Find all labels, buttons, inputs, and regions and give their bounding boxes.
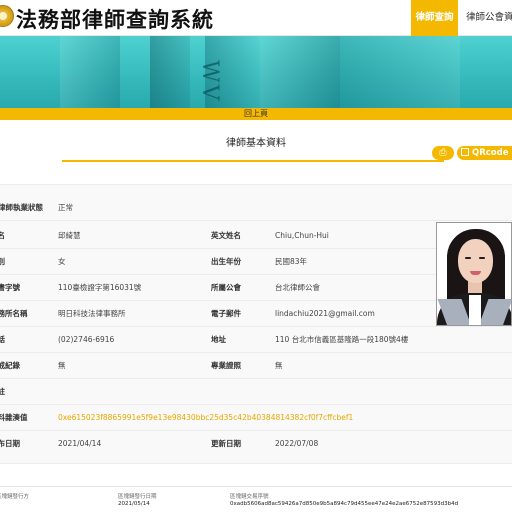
top-header: 法務部律師查詢系統 律師查詢 律師公會資訊	[0, 0, 512, 36]
update-date-value: 2022/07/08	[275, 439, 319, 448]
firm-name-label: 事務所名稱	[0, 309, 28, 318]
name-label: 姓名	[0, 231, 5, 240]
address-label: 地址	[211, 335, 226, 344]
certification-value: 無	[275, 361, 283, 370]
birth-year-value: 民國83年	[275, 257, 308, 266]
blockchain-footer: 區塊鏈發行方 區塊鏈發行日期 2021/05/14 區塊鏈交易序號 0xadb5…	[0, 486, 512, 512]
firm-name-value: 明日科技法律事務所	[58, 309, 126, 318]
qrcode-button[interactable]: QRcode	[457, 146, 512, 160]
back-link[interactable]: 回上頁	[0, 108, 512, 120]
table-row: 資料雜湊值 0xe615023f8865991e5f9e13e98430bbc2…	[0, 405, 512, 431]
address-value: 110 台北市信義區基隆路一段180號4樓	[275, 335, 409, 344]
nav-bar-association-info[interactable]: 律師公會資訊	[466, 0, 512, 36]
certificate-value: 110臺檢證字第16031號	[58, 283, 142, 292]
phone-label: 電話	[0, 335, 5, 344]
table-row: 發布日期 2021/04/14 更新日期 2022/07/08	[0, 431, 512, 457]
remarks-label: 備註	[0, 387, 5, 396]
photo-shirt	[469, 295, 481, 325]
hash-label: 資料雜湊值	[0, 413, 28, 422]
email-label: 電子郵件	[211, 309, 241, 318]
table-row: 電話 (02)2746-6916 地址 110 台北市信義區基隆路一段180號4…	[0, 327, 512, 353]
transaction-id-value[interactable]: 0xadb5606ad8ac59426a7d850e9b5a894c79d455…	[230, 501, 458, 507]
english-name-value: Chiu,Chun-Hui	[275, 231, 329, 240]
certification-label: 專業證照	[211, 361, 241, 370]
transaction-id-label: 區塊鏈交易序號	[230, 494, 269, 500]
hash-value[interactable]: 0xe615023f8865991e5f9e13e98430bbc25d35c4…	[58, 405, 353, 431]
title-underline	[62, 160, 444, 162]
table-row: 備註	[0, 379, 512, 405]
issuer-label: 區塊鏈發行方	[0, 494, 30, 500]
birth-year-label: 出生年份	[211, 257, 241, 266]
qrcode-icon	[461, 148, 469, 156]
certificate-label: 證書字號	[0, 283, 20, 292]
lawyer-photo	[436, 222, 512, 326]
banner-book-spine	[260, 36, 340, 108]
issue-date-label: 區塊鏈發行日期	[118, 494, 157, 500]
photo-eye	[479, 257, 485, 259]
banner-spine-lettering: WV	[197, 60, 222, 103]
banner-book-spine	[340, 36, 460, 108]
phone-value: (02)2746-6916	[58, 335, 115, 344]
table-row: 懲戒紀錄 無 專業證照 無	[0, 353, 512, 379]
qrcode-label: QRcode	[472, 148, 509, 158]
update-date-label: 更新日期	[211, 439, 241, 448]
status-value: 正常	[58, 203, 73, 212]
bar-association-label: 所屬公會	[211, 283, 241, 292]
site-title[interactable]: 法務部律師查詢系統	[16, 4, 214, 34]
gender-label: 性別	[0, 257, 5, 266]
print-button[interactable]: ⎙	[432, 146, 454, 160]
email-value[interactable]: lindachiu2021@gmail.com	[275, 301, 375, 327]
photo-face	[458, 239, 493, 283]
status-label: 律師執業狀態	[0, 203, 43, 212]
seal-logo-icon[interactable]	[0, 5, 14, 27]
photo-eye	[465, 257, 471, 259]
disciplinary-value: 無	[58, 361, 66, 370]
english-name-label: 英文姓名	[211, 231, 241, 240]
banner-book-spine	[60, 36, 120, 108]
gender-value: 女	[58, 257, 66, 266]
publish-date-value: 2021/04/14	[58, 439, 102, 448]
hero-banner: WV	[0, 36, 512, 108]
banner-book-spine	[150, 36, 190, 108]
nav-lawyer-search[interactable]: 律師查詢	[411, 0, 458, 36]
bar-association-value: 台北律師公會	[275, 283, 320, 292]
disciplinary-label: 懲戒紀錄	[0, 361, 20, 370]
name-value: 邱綺慧	[58, 231, 81, 240]
issue-date-value: 2021/05/14	[118, 501, 150, 507]
table-row: 律師執業狀態 正常	[0, 195, 512, 221]
publish-date-label: 發布日期	[0, 439, 20, 448]
